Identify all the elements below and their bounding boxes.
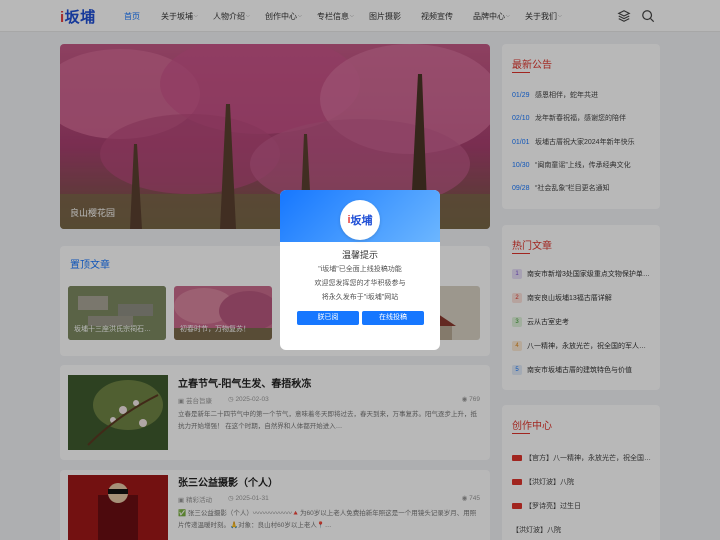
modal-title: 温馨提示: [341, 250, 378, 260]
modal-text-line: "i坂埔"已全面上线投稿功能: [318, 266, 402, 273]
acknowledge-button[interactable]: 朕已阅: [297, 311, 359, 325]
modal-text-line: 欢迎您发挥您的才华积极参与: [314, 280, 406, 287]
modal-text-line: 将永久发布于"i坂埔"网站: [321, 294, 399, 301]
notice-modal: i 坂埔 温馨提示 "i坂埔"已全面上线投稿功能 欢迎您发挥您的才华积极参与 将永…: [280, 190, 440, 350]
submit-online-button[interactable]: 在线投稿: [362, 311, 424, 325]
modal-logo: i 坂埔: [340, 200, 380, 240]
